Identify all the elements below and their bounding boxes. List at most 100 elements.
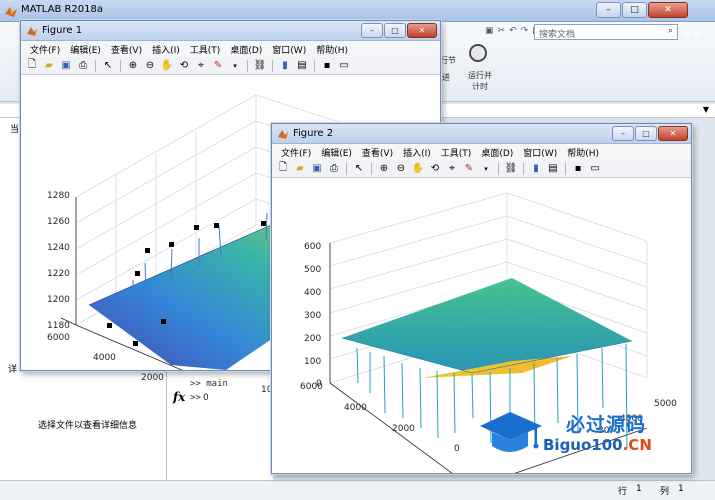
figure-2-title-bar[interactable]: Figure 2 – □ ✕	[272, 124, 691, 144]
details-placeholder-text: 选择文件以查看详细信息	[38, 421, 138, 431]
close-button[interactable]: ✕	[648, 2, 688, 18]
insert-colorbar-icon[interactable]: ▮	[529, 162, 543, 176]
print-figure-icon[interactable]: ⎙	[327, 162, 341, 176]
show-plot-tools-icon[interactable]: ▭	[337, 59, 351, 73]
figure-2-maximize-button[interactable]: □	[635, 126, 657, 141]
zoom-in-icon[interactable]: ⊕	[377, 162, 391, 176]
menu-item[interactable]: 帮助(H)	[311, 43, 353, 56]
save-figure-icon[interactable]: ▣	[59, 59, 73, 73]
brush-dropdown-icon[interactable]: ▾	[479, 162, 493, 176]
menu-item[interactable]: 查看(V)	[106, 43, 147, 56]
figure-1-title-bar[interactable]: Figure 1 – □ ✕	[21, 21, 440, 41]
zoom-out-icon[interactable]: ⊖	[394, 162, 408, 176]
rotate-3d-icon[interactable]: ⟲	[428, 162, 442, 176]
open-file-icon[interactable]: ▰	[293, 162, 307, 176]
insert-legend-icon[interactable]: ▤	[295, 59, 309, 73]
maximize-button[interactable]: □	[622, 2, 647, 18]
new-figure-icon[interactable]: 🗋	[25, 59, 39, 73]
z-tick-label: 300	[304, 311, 322, 321]
open-file-icon[interactable]: ▰	[42, 59, 56, 73]
menu-item[interactable]: 编辑(E)	[316, 146, 357, 159]
minimize-button[interactable]: –	[596, 2, 621, 18]
search-documentation-input[interactable]: 搜索文档 ⌕	[534, 24, 678, 40]
data-cursor-icon[interactable]: ⌖	[445, 162, 459, 176]
figure-1-close-button[interactable]: ✕	[407, 23, 437, 38]
toolbar-separator	[523, 162, 524, 175]
figure-1-maximize-button[interactable]: □	[384, 23, 406, 38]
y-tick-label: 0	[203, 393, 209, 403]
menu-item[interactable]: 文件(F)	[25, 43, 65, 56]
login-button[interactable]: 登录	[682, 26, 700, 39]
figure-2-minimize-button[interactable]: –	[612, 126, 634, 141]
status-row-label: 行	[618, 487, 628, 497]
redo-icon[interactable]: ↷	[521, 26, 529, 36]
function-browser-icon[interactable]: fx	[173, 390, 185, 404]
z-tick-label: 1200	[47, 295, 70, 305]
menu-item[interactable]: 文件(F)	[276, 146, 316, 159]
toolbar-separator	[272, 59, 273, 72]
watermark-title: 必过源码	[566, 414, 647, 436]
run-and-time-icon[interactable]	[469, 44, 487, 62]
menu-item[interactable]: 插入(I)	[398, 146, 436, 159]
status-col-label: 列	[660, 487, 670, 497]
menu-item[interactable]: 窗口(W)	[267, 43, 311, 56]
print-figure-icon[interactable]: ⎙	[76, 59, 90, 73]
run-and-time-label-1[interactable]: 运行并	[468, 70, 492, 81]
command-prompt[interactable]: >>	[190, 393, 201, 403]
undo-icon[interactable]: ↶	[509, 26, 517, 36]
hide-plot-tools-icon[interactable]: ▪	[320, 59, 334, 73]
z-tick-label: 600	[304, 242, 322, 252]
toolbar-separator	[498, 162, 499, 175]
new-figure-icon[interactable]: 🗋	[276, 162, 290, 176]
menu-item[interactable]: 桌面(D)	[225, 43, 267, 56]
menu-item[interactable]: 窗口(W)	[518, 146, 562, 159]
figure-icon	[27, 27, 37, 36]
status-row-value: 1	[636, 484, 642, 494]
toolbar-separator	[565, 162, 566, 175]
folder-dropdown-icon[interactable]: ▼	[703, 105, 709, 114]
pan-icon[interactable]: ✋	[411, 162, 425, 176]
link-plot-icon[interactable]: ⛓	[253, 59, 267, 73]
link-plot-icon[interactable]: ⛓	[504, 162, 518, 176]
z-tick-label: 1180	[47, 321, 70, 331]
menu-item[interactable]: 桌面(D)	[476, 146, 518, 159]
figure-icon	[278, 130, 288, 139]
edit-plot-icon[interactable]: ↖	[101, 59, 115, 73]
x-tick-label: 5000	[654, 399, 677, 409]
data-cursor-icon[interactable]: ⌖	[194, 59, 208, 73]
z-tick-label: 200	[304, 334, 322, 344]
quick-save-icon[interactable]: ▣	[485, 26, 494, 36]
show-plot-tools-icon[interactable]: ▭	[588, 162, 602, 176]
brush-icon[interactable]: ✎	[462, 162, 476, 176]
rotate-3d-icon[interactable]: ⟲	[177, 59, 191, 73]
status-bar	[0, 480, 715, 500]
graduation-cap-logo-icon	[480, 412, 542, 452]
quick-cut-icon[interactable]: ✂	[498, 26, 506, 36]
zoom-out-icon[interactable]: ⊖	[143, 59, 157, 73]
brush-icon[interactable]: ✎	[211, 59, 225, 73]
y-tick-label: 6000	[47, 333, 70, 343]
menu-item[interactable]: 编辑(E)	[65, 43, 106, 56]
run-and-time-label-2[interactable]: 计时	[472, 81, 488, 92]
figure-1-minimize-button[interactable]: –	[361, 23, 383, 38]
toolbar-separator	[247, 59, 248, 72]
save-figure-icon[interactable]: ▣	[310, 162, 324, 176]
menu-item[interactable]: 工具(T)	[185, 43, 226, 56]
menu-item[interactable]: 查看(V)	[357, 146, 398, 159]
search-icon[interactable]: ⌕	[668, 26, 673, 36]
menu-item[interactable]: 工具(T)	[436, 146, 477, 159]
brush-dropdown-icon[interactable]: ▾	[228, 59, 242, 73]
z-tick-label: 1280	[47, 191, 70, 201]
watermark-url-main: Biguo100	[543, 436, 623, 454]
edit-plot-icon[interactable]: ↖	[352, 162, 366, 176]
y-tick-label: 4000	[344, 403, 367, 413]
zoom-in-icon[interactable]: ⊕	[126, 59, 140, 73]
figure-2-close-button[interactable]: ✕	[658, 126, 688, 141]
pan-icon[interactable]: ✋	[160, 59, 174, 73]
insert-colorbar-icon[interactable]: ▮	[278, 59, 292, 73]
menu-item[interactable]: 帮助(H)	[562, 146, 604, 159]
insert-legend-icon[interactable]: ▤	[546, 162, 560, 176]
hide-plot-tools-icon[interactable]: ▪	[571, 162, 585, 176]
left-panel-tab[interactable]: 当	[10, 122, 19, 135]
menu-item[interactable]: 插入(I)	[147, 43, 185, 56]
